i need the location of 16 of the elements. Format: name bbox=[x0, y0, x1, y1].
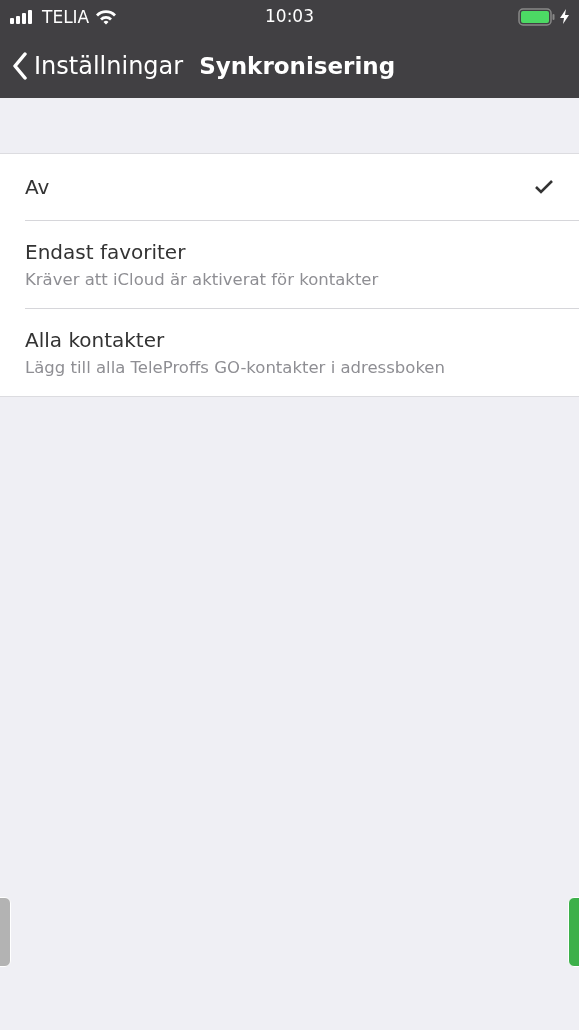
option-row[interactable]: Endast favoriter Kräver att iCloud är aktiverat för kontakter bbox=[25, 220, 579, 308]
charging-icon bbox=[560, 9, 569, 24]
option-title: Endast favoriter bbox=[25, 240, 187, 264]
option-description: Kräver att iCloud är aktiverat för kontakter bbox=[25, 270, 380, 289]
carrier-name: TELIA bbox=[42, 6, 90, 27]
option-description: Lägg till alla TeleProffs GO-kontakter i adressboken bbox=[25, 358, 446, 377]
back-button[interactable]: Inställningar bbox=[12, 51, 184, 80]
page-title: Synkronisering bbox=[199, 52, 396, 79]
wifi-icon bbox=[95, 8, 118, 25]
battery-icon bbox=[518, 7, 556, 26]
option-row[interactable]: Av bbox=[25, 154, 579, 220]
back-chevron-icon bbox=[12, 51, 28, 80]
option-title: Av bbox=[25, 175, 51, 199]
clock-time: 10:03 bbox=[265, 6, 314, 26]
option-title: Alla kontakter bbox=[25, 328, 166, 352]
option-row[interactable]: Alla kontakter Lägg till alla TeleProffs GO-kontakter i adressboken bbox=[25, 308, 579, 396]
